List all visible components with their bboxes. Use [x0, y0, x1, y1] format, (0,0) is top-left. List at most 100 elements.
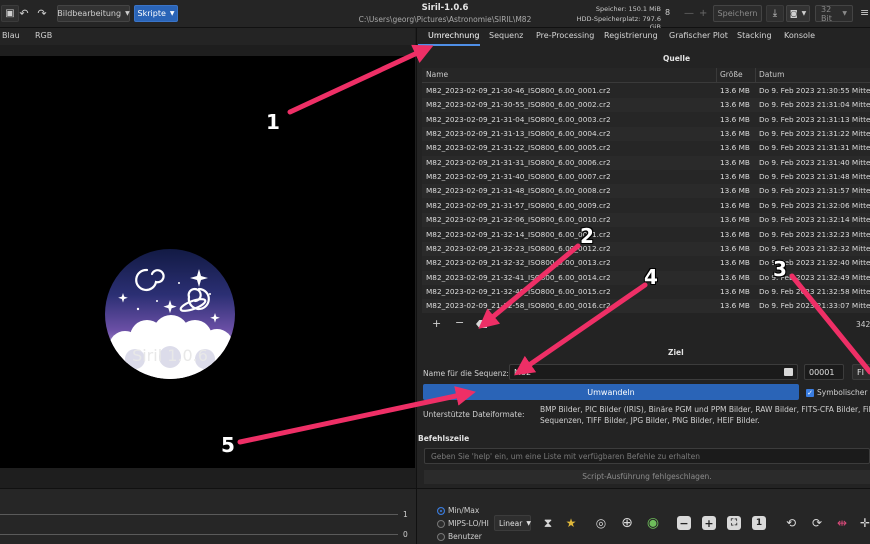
table-row[interactable]: M82_2023-02-09_21-31-04_ISO800_6.00_0003… — [422, 113, 870, 127]
globe-icon[interactable]: ⊕ — [618, 514, 636, 532]
mode-mips-radio[interactable] — [437, 520, 445, 528]
table-row[interactable]: M82_2023-02-09_21-31-31_ISO800_6.00_0006… — [422, 155, 870, 170]
star-tools-icon[interactable]: ★ — [562, 514, 580, 532]
supported-formats-label: Unterstützte Dateiformate: — [423, 410, 525, 419]
table-row[interactable]: M82_2023-02-09_21-31-57_ISO800_6.00_0009… — [422, 199, 870, 213]
file-name-cell: M82_2023-02-09_21-31-57_ISO800_6.00_0009… — [426, 200, 611, 210]
column-header-size[interactable]: Größe — [720, 70, 743, 79]
file-name-cell: M82_2023-02-09_21-30-46_ISO800_6.00_0001… — [426, 86, 611, 95]
remove-file-icon[interactable]: − — [455, 316, 464, 329]
save-as-icon[interactable]: ⤓ — [766, 5, 784, 22]
target-title: Ziel — [668, 348, 684, 357]
annotation-5: 5 — [221, 433, 235, 457]
image-processing-menu[interactable]: Bildbearbeitung ▼ — [57, 5, 130, 22]
minus-icon[interactable]: — — [684, 8, 694, 19]
tab-registration[interactable]: Registrierung — [604, 31, 658, 40]
tab-conversion[interactable]: Umrechnung — [428, 31, 479, 40]
low-slider[interactable] — [0, 534, 398, 535]
file-name-cell: M82_2023-02-09_21-31-40_ISO800_6.00_0007… — [426, 172, 611, 182]
tab-console[interactable]: Konsole — [784, 31, 815, 40]
table-row[interactable]: M82_2023-02-09_21-31-22_ISO800_6.00_0005… — [422, 141, 870, 155]
file-name-cell: M82_2023-02-09_21-32-32_ISO800_6.00_0013… — [426, 258, 611, 268]
file-size-cell: 13.6 MB — [720, 272, 750, 282]
menu-icon[interactable]: ≡ — [860, 6, 869, 19]
file-name-cell: M82_2023-02-09_21-32-41_ISO800_6.00_0014… — [426, 272, 611, 282]
bit-depth-select[interactable]: 32 Bit ▼ — [815, 5, 853, 23]
memory-usage: Speicher: 150.1 MiB — [595, 5, 661, 13]
undo-icon[interactable]: ↶ — [17, 5, 31, 22]
mode-minmax-radio[interactable] — [437, 507, 445, 515]
file-date-cell: Do 9. Feb 2023 21:31:48 Mittele — [759, 172, 870, 182]
file-date-cell: Do 9. Feb 2023 21:31:31 Mittele — [759, 143, 870, 153]
file-size-cell: 13.6 MB — [720, 172, 750, 182]
mode-user-radio[interactable] — [437, 533, 445, 541]
tab-preprocessing[interactable]: Pre-Processing — [536, 31, 594, 40]
add-files-icon[interactable]: + — [432, 317, 441, 330]
high-slider[interactable] — [0, 514, 398, 515]
tab-sequence[interactable]: Sequenz — [489, 31, 523, 40]
file-size-cell: 13.6 MB — [720, 100, 750, 110]
file-path: C:\Users\georg\Pictures\Astronomie\SIRIL… — [358, 15, 532, 24]
table-row[interactable]: M82_2023-02-09_21-31-13_ISO800_6.00_0004… — [422, 127, 870, 142]
scripts-menu[interactable]: Skripte ▼ — [134, 5, 178, 22]
table-row[interactable]: M82_2023-02-09_21-30-55_ISO800_6.00_0002… — [422, 98, 870, 113]
file-size-cell: 13.6 MB — [720, 186, 750, 196]
output-format-select[interactable]: FI — [852, 364, 870, 380]
zoom-in-button[interactable]: + — [702, 516, 716, 530]
tab-blue[interactable]: Blau — [2, 31, 20, 40]
chevron-down-icon: ▼ — [842, 10, 847, 17]
mirror-icon[interactable]: ⇹ — [833, 514, 851, 532]
rotate-left-icon[interactable]: ⟲ — [782, 514, 800, 532]
table-row[interactable]: M82_2023-02-09_21-30-46_ISO800_6.00_0001… — [422, 84, 870, 98]
save-button[interactable]: Speichern — [713, 5, 762, 22]
start-index-input[interactable]: 00001 — [804, 364, 844, 380]
photometry-icon[interactable]: ◎ — [592, 514, 610, 532]
mode-user-label: Benutzer — [448, 532, 482, 541]
annotation-3: 3 — [773, 257, 787, 281]
table-row[interactable]: M82_2023-02-09_21-31-40_ISO800_6.00_0007… — [422, 170, 870, 184]
sequence-name-input[interactable]: M82 — [509, 364, 798, 380]
clear-field-icon[interactable] — [784, 368, 793, 376]
file-size-cell: 13.6 MB — [720, 200, 750, 210]
redo-icon[interactable]: ↷ — [35, 5, 49, 22]
column-header-date[interactable]: Datum — [759, 70, 784, 79]
symlink-checkbox[interactable]: ✓ — [806, 389, 814, 397]
file-name-cell: M82_2023-02-09_21-31-13_ISO800_6.00_0004… — [426, 129, 611, 139]
plus-icon[interactable]: + — [699, 8, 707, 19]
command-input[interactable]: Geben Sie 'help' ein, um eine Liste mit … — [424, 448, 870, 464]
histogram-icon[interactable]: ⧗ — [539, 514, 557, 532]
file-size-cell: 13.6 MB — [720, 143, 750, 153]
zoom-fit-button[interactable]: ⛶ — [727, 516, 741, 530]
target-icon[interactable]: ◉ — [644, 514, 662, 532]
zoom-out-button[interactable]: − — [677, 516, 691, 530]
file-date-cell: Do 9. Feb 2023 21:32:06 Mittele — [759, 200, 870, 210]
file-date-cell: Do 9. Feb 2023 21:32:14 Mittele — [759, 215, 870, 225]
table-row[interactable]: M82_2023-02-09_21-32-06_ISO800_6.00_0010… — [422, 213, 870, 228]
table-row[interactable]: M82_2023-02-09_21-32-14_ISO800_6.00_0011… — [422, 228, 870, 242]
crosshair-icon[interactable]: ✛ — [856, 514, 870, 532]
table-row[interactable]: M82_2023-02-09_21-32-58_ISO800_6.00_0016… — [422, 299, 870, 314]
file-date-cell: Do 9. Feb 2023 21:30:55 Mittele — [759, 86, 870, 95]
chevron-down-icon: ▼ — [169, 10, 175, 17]
file-size-cell: 13.6 MB — [720, 243, 750, 253]
scripts-label: Skripte — [137, 9, 166, 18]
tab-plot[interactable]: Grafischer Plot — [669, 31, 728, 40]
rotate-right-icon[interactable]: ⟳ — [808, 514, 826, 532]
scale-select[interactable]: Linear ▼ — [494, 515, 531, 531]
table-row[interactable]: M82_2023-02-09_21-32-23_ISO800_6.00_0012… — [422, 241, 870, 256]
file-size-cell: 13.6 MB — [720, 114, 750, 124]
zoom-one-button[interactable]: 1 — [752, 516, 766, 530]
image-view[interactable]: Siril 1.0.6 — [0, 56, 415, 468]
symlink-label: Symbolischer L — [817, 388, 870, 397]
column-header-name[interactable]: Name — [426, 70, 448, 79]
mode-mips-label: MIPS-LO/HI — [448, 519, 489, 528]
snapshot-menu[interactable]: ◙ ▼ — [786, 5, 810, 22]
tab-stacking[interactable]: Stacking — [737, 31, 772, 40]
channel-tabs: Blau RGB — [0, 28, 415, 45]
thread-count[interactable]: 8 — [665, 8, 670, 17]
table-row[interactable]: M82_2023-02-09_21-31-48_ISO800_6.00_0008… — [422, 184, 870, 199]
tab-rgb[interactable]: RGB — [35, 31, 52, 40]
convert-button[interactable]: Umwandeln — [423, 384, 799, 400]
chevron-down-icon: ▼ — [125, 10, 130, 17]
chevron-down-icon: ▼ — [801, 10, 807, 17]
